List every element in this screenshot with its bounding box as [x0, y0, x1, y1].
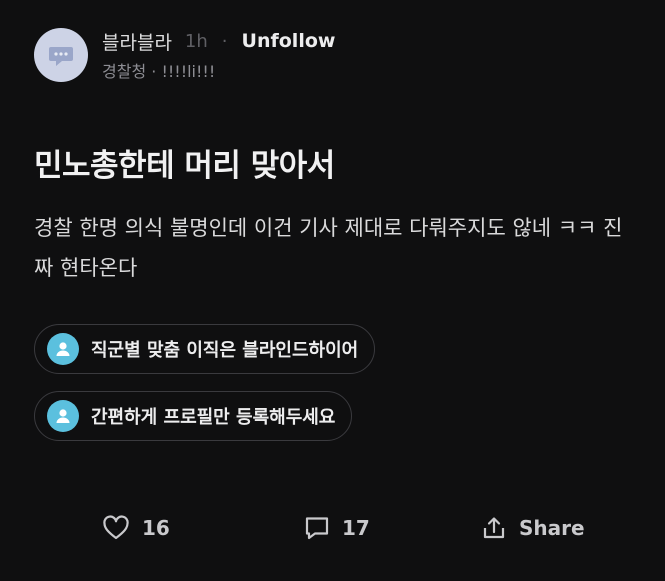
post-time: 1h — [184, 30, 208, 52]
promo-chip-profile[interactable]: 간편하게 프로필만 등록해두세요 — [34, 391, 353, 441]
company-tag: !!!!li!!! — [161, 62, 216, 81]
comment-count: 17 — [342, 516, 370, 540]
share-icon — [483, 517, 505, 539]
promo-label: 간편하게 프로필만 등록해두세요 — [91, 407, 336, 428]
post-title: 민노총한테 머리 맞아서 — [34, 148, 335, 184]
like-count: 16 — [142, 516, 170, 540]
company-name: 경찰청 — [102, 62, 147, 81]
share-label: Share — [519, 516, 585, 540]
post-meta: 블라블라 1h · Unfollow 경찰청 · !!!!li!!! — [102, 28, 335, 82]
avatar[interactable] — [34, 28, 88, 82]
company-separator: · — [151, 62, 157, 81]
action-bar: 16 17 Share — [0, 508, 665, 548]
unfollow-button[interactable]: Unfollow — [242, 30, 336, 52]
company-line: 경찰청 · !!!!li!!! — [102, 58, 335, 82]
post-header: 블라블라 1h · Unfollow 경찰청 · !!!!li!!! — [34, 28, 335, 82]
like-button[interactable]: 16 — [102, 508, 170, 548]
comment-icon — [305, 517, 329, 540]
promo-chip-hire[interactable]: 직군별 맞춤 이직은 블라인드하이어 — [34, 324, 376, 374]
heart-icon — [103, 515, 129, 540]
promo-label: 직군별 맞춤 이직은 블라인드하이어 — [91, 340, 359, 361]
user-icon — [47, 333, 79, 365]
post-body: 경찰 한명 의식 불명인데 이건 기사 제대로 다뤄주지도 않네 ㅋㅋ 진짜 현… — [34, 216, 623, 280]
comment-button[interactable]: 17 — [304, 508, 370, 548]
separator-dot: · — [221, 30, 228, 52]
chat-bubble-icon — [49, 47, 73, 66]
author-name[interactable]: 블라블라 — [102, 28, 172, 55]
user-icon — [47, 400, 79, 432]
share-button[interactable]: Share — [481, 508, 585, 548]
